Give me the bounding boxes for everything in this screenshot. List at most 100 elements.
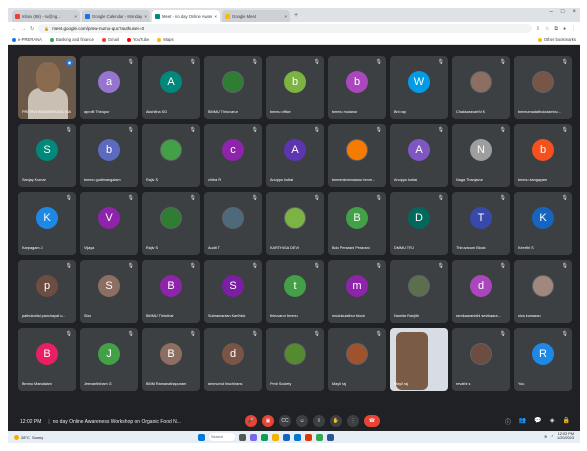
tab-gmail[interactable]: Inbox (88) - ru@ng... × (12, 10, 80, 22)
participant-tile[interactable]: B 🎙 Bdo Perarani Perarani (328, 192, 386, 255)
volume-icon[interactable]: ♪ (551, 434, 553, 438)
chat-app-icon[interactable] (250, 433, 257, 441)
back-icon[interactable]: ← (12, 26, 17, 32)
bookmark-banking[interactable]: Banking and finance (49, 37, 94, 42)
participant-tile[interactable]: D 🎙 DMMU TRJ (390, 192, 448, 255)
other-bookmarks[interactable]: Other bookmarks (537, 37, 576, 42)
participant-tile[interactable]: p 🎙 pathukottai panchayat u... (18, 260, 76, 323)
end-call-button[interactable]: ☎ (364, 415, 380, 427)
host-controls-icon[interactable]: 🔒 (563, 417, 570, 426)
emoji-button[interactable]: ☺ (296, 415, 308, 427)
tab-calendar[interactable]: Google Calendar - Monday, 6th× (82, 10, 150, 22)
bookmark-eprerana[interactable]: e-PRERANA (12, 37, 42, 42)
task-view-icon[interactable] (239, 433, 246, 441)
bookmark-youtube[interactable]: YouTube (126, 37, 149, 42)
participant-tile[interactable]: W 🎙 Bnl rap (390, 56, 448, 119)
participant-tile[interactable]: J 🎙 Jeevanthiham G (80, 328, 138, 391)
participant-tile[interactable]: K 🎙 Keerthi S (514, 192, 572, 255)
participant-tile[interactable]: S 🎙 Subramanian Karthick (204, 260, 262, 323)
participant-tile[interactable]: S 🎙 Star (80, 260, 138, 323)
more-options-button[interactable]: ⋮ (347, 415, 359, 427)
participant-tile[interactable]: b 🎙 bmmu office (266, 56, 324, 119)
mic-toggle-button[interactable]: 🎤 (245, 415, 257, 427)
office-icon[interactable] (305, 433, 312, 441)
reload-icon[interactable]: ↻ (30, 26, 34, 32)
chat-icon[interactable]: 💬 (534, 417, 541, 426)
participant-tile[interactable]: a 🎙 aprofil Thirupur (80, 56, 138, 119)
close-window-icon[interactable]: × (572, 9, 576, 15)
participant-tile[interactable]: B 🎙 BMMU Thiruthal (142, 260, 200, 323)
chrome-icon[interactable] (316, 433, 323, 441)
participant-tile[interactable]: 🎙 KARTHIGA DEVI (266, 192, 324, 255)
participant-tile[interactable]: m 🎙 mudukulathur block (328, 260, 386, 323)
participant-tile[interactable]: A 🎙 Akshitha SG (142, 56, 200, 119)
participant-tile[interactable]: 🎙 revathi s (452, 328, 510, 391)
participant-tile[interactable]: T 🎙 Thiruvarum Block (452, 192, 510, 255)
minimize-icon[interactable]: – (550, 9, 553, 15)
menu-icon[interactable]: ⋮ (571, 26, 576, 32)
tab-google-meet[interactable]: Google Meet × (222, 10, 290, 22)
participant-tile[interactable]: 🎙 Audit T (204, 192, 262, 255)
bookmark-gmail[interactable]: Gmail (101, 37, 119, 42)
weather-widget[interactable]: 28°C Sunny (14, 434, 43, 440)
edge-icon[interactable] (261, 433, 268, 441)
wifi-icon[interactable]: ≋ (544, 434, 547, 439)
clock[interactable]: 12:02 PM 1/20/2023 (557, 432, 574, 440)
star-icon[interactable]: ☆ (545, 26, 549, 32)
close-tab-icon[interactable]: × (284, 14, 287, 19)
participant-tile[interactable]: 🎙 bmmmkmmulanur bmm... (328, 124, 386, 187)
new-tab-button[interactable]: + (294, 10, 298, 22)
participant-tile[interactable]: 🎙 bmmumadathukulambu... (514, 56, 572, 119)
participant-tile[interactable]: 🎙 Rajiv S (142, 124, 200, 187)
participant-tile[interactable]: 🎙 Mayil raj (328, 328, 386, 391)
extensions-icon[interactable]: ⧉ (554, 26, 558, 32)
participant-tile[interactable]: b 🎙 bmmu kangayam (514, 124, 572, 187)
word-icon[interactable] (327, 433, 334, 441)
participant-tile[interactable]: A 🎙 Anuppu kottai (390, 124, 448, 187)
bookmark-maps[interactable]: Maps (157, 37, 174, 42)
windows-start-icon[interactable] (198, 433, 205, 441)
participant-tile[interactable]: 🎙 BMMU Thiruvarur (204, 56, 262, 119)
activities-icon[interactable]: ◈ (550, 417, 555, 426)
participant-tile[interactable]: B 🎙 Bmmu Mandalam (18, 328, 76, 391)
participant-tile[interactable]: b 🎙 bmmu mulanur (328, 56, 386, 119)
participant-tile[interactable]: d 🎙 sevikaaranidhi sevikaara... (452, 260, 510, 323)
taskbar-search[interactable]: Search (209, 433, 235, 441)
camera-toggle-button[interactable]: ▣ (262, 415, 274, 427)
share-icon[interactable]: ⇪ (536, 26, 540, 32)
file-explorer-icon[interactable] (272, 433, 279, 441)
forward-icon[interactable]: → (21, 26, 26, 32)
participant-tile[interactable]: 🎙 Pmb Society (266, 328, 324, 391)
people-icon[interactable]: 👥 (519, 417, 526, 426)
info-icon[interactable]: ⓘ (505, 417, 511, 426)
participant-tile[interactable]: t 🎙 thiruvarur bmmu (266, 260, 324, 323)
participant-tile[interactable]: B 🎙 BMM Ramanathapuram (142, 328, 200, 391)
tab-meet[interactable]: Meet - no day Online Aware × (152, 10, 220, 22)
participant-tile[interactable]: V 🎙 Vijaya (80, 192, 138, 255)
close-tab-icon[interactable]: × (74, 14, 77, 19)
url-field[interactable]: 🔒 meet.google.com/pmw-numo-quc?authuser=0 (38, 24, 532, 33)
profile-icon[interactable]: ● (563, 26, 566, 32)
participant-tile[interactable]: S 🎙 Sanjay Kumar (18, 124, 76, 187)
participant-tile[interactable]: R 🎙 You (514, 328, 572, 391)
present-button[interactable]: ⇧ (313, 415, 325, 427)
participant-tile[interactable]: A 🎙 Anuppu kottai (266, 124, 324, 187)
participant-tile[interactable]: d 🎙 dmmumd tiruchirans (204, 328, 262, 391)
participant-tile[interactable]: Mayil raj (390, 328, 448, 391)
close-tab-icon[interactable]: × (144, 14, 147, 19)
participant-tile[interactable]: 🎙 Rajiv S (142, 192, 200, 255)
participant-tile[interactable]: N 🎙 Naga Thanjavur (452, 124, 510, 187)
store-icon[interactable] (283, 433, 290, 441)
mail-icon[interactable] (294, 433, 301, 441)
participant-tile[interactable]: K 🎙 Karpagam J (18, 192, 76, 255)
participant-tile[interactable]: 🎙 Chakkaravarthi K (452, 56, 510, 119)
maximize-icon[interactable]: □ (561, 9, 565, 15)
participant-tile[interactable]: ◉ PRITHVI BENGERKOUL MA (18, 56, 76, 119)
participant-tile[interactable]: 🎙 Namita Ranjith (390, 260, 448, 323)
participant-tile[interactable]: b 🎙 bmmu gudimangalam (80, 124, 138, 187)
raise-hand-button[interactable]: ✋ (330, 415, 342, 427)
close-tab-icon[interactable]: × (214, 14, 217, 19)
participant-tile[interactable]: c 🎙 chitra R (204, 124, 262, 187)
participant-tile[interactable]: 🎙 siva kumaran (514, 260, 572, 323)
captions-button[interactable]: CC (279, 415, 291, 427)
